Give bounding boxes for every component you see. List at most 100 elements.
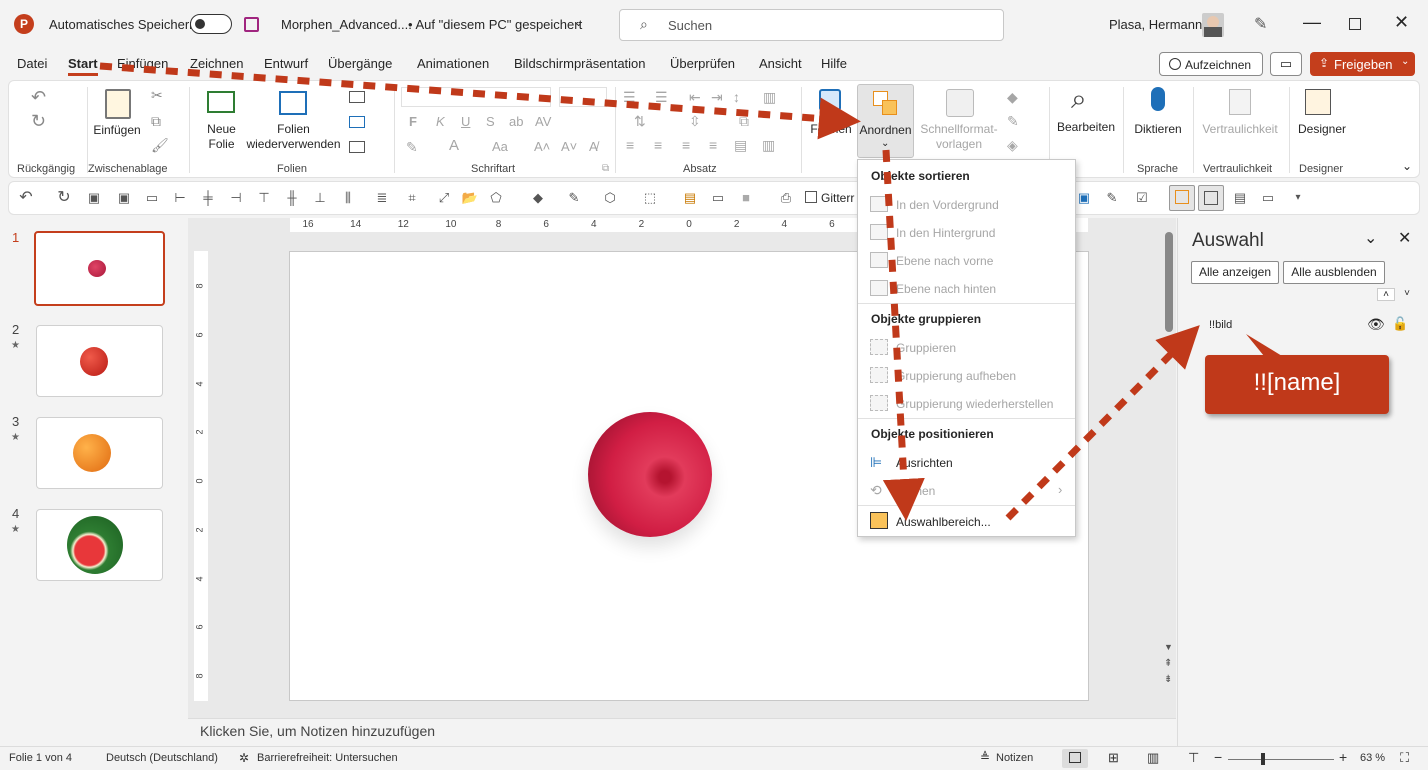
accessibility-icon[interactable]: ✲	[239, 751, 249, 765]
align-right-icon[interactable]: ≡	[682, 137, 690, 153]
bullets-icon[interactable]: ☰	[623, 89, 636, 106]
folder-icon[interactable]: ▭	[1259, 190, 1277, 206]
new-slide-icon[interactable]	[207, 91, 235, 113]
zoom-level[interactable]: 63 %	[1360, 752, 1385, 764]
outdent-icon[interactable]: ⇥	[711, 89, 723, 106]
regroup-item[interactable]: Gruppierung wiederherstellen	[896, 397, 1053, 411]
tab-start[interactable]: Start	[68, 56, 98, 71]
slide-sorter-icon[interactable]: ⊞	[1108, 750, 1119, 766]
zoom-in-icon[interactable]: +	[1339, 749, 1347, 765]
text-box-icon[interactable]: ▭	[709, 190, 727, 206]
maximize-icon[interactable]	[1349, 18, 1361, 30]
print-icon[interactable]: ⎙	[777, 190, 795, 206]
raspberry-image[interactable]	[588, 412, 712, 537]
share-button[interactable]: ⇪ Freigeben ⌄	[1310, 52, 1415, 76]
previous-slide-icon[interactable]: ⇞	[1164, 658, 1172, 669]
scissors-icon[interactable]: ✂	[151, 87, 163, 104]
reset-icon[interactable]	[349, 116, 365, 128]
picture-from-file-icon[interactable]: ▣	[115, 190, 133, 206]
new-slide-label-2[interactable]: Folie	[199, 137, 244, 152]
decrease-font-icon[interactable]: A˅	[561, 139, 577, 154]
send-backward-button[interactable]: ˅	[1398, 288, 1416, 301]
autosave-toggle[interactable]	[190, 14, 232, 34]
minimize-icon[interactable]: —	[1303, 12, 1321, 33]
shape-effects-icon[interactable]: ◈	[1007, 137, 1018, 154]
send-backward-item[interactable]: Ebene nach hinten	[896, 282, 996, 296]
justify-icon[interactable]: ≡	[709, 137, 717, 153]
fit-to-window-icon[interactable]: ⛶	[1400, 750, 1409, 766]
undo-icon[interactable]: ↶	[31, 87, 46, 108]
quick-styles-label-1[interactable]: Schnellformat-	[914, 122, 1004, 137]
reading-view-icon[interactable]: ▥	[1147, 750, 1159, 766]
send-to-back-item[interactable]: In den Hintergrund	[896, 226, 995, 240]
layout-icon[interactable]	[349, 91, 365, 103]
panel-toggle[interactable]	[1198, 185, 1224, 211]
customize-qat-icon[interactable]: ▾	[1289, 190, 1307, 206]
pen-icon[interactable]: ✎	[1254, 14, 1267, 34]
pen-icon[interactable]: ✎	[1103, 190, 1121, 206]
chevron-down-icon[interactable]: ⌄	[1364, 228, 1377, 248]
fill-color-icon[interactable]: ◆	[529, 190, 547, 206]
notes-page-icon[interactable]: ▤	[1231, 190, 1249, 206]
avatar[interactable]	[1202, 13, 1224, 37]
dialog-launcher-icon[interactable]: ⧉	[602, 163, 609, 174]
sensitivity-icon[interactable]	[1229, 89, 1251, 115]
save-location[interactable]: • Auf "diesem PC" gespeichert	[408, 17, 582, 32]
shape-icon[interactable]: ▭	[143, 190, 161, 206]
edit-button[interactable]: Bearbeiten	[1053, 120, 1119, 135]
align-left-obj-icon[interactable]: ⊢	[171, 190, 189, 206]
line-spacing-icon[interactable]: ↕	[733, 89, 740, 105]
columns-icon[interactable]: ▥	[763, 89, 776, 106]
redo-icon[interactable]: ↻	[31, 111, 46, 132]
paste-button[interactable]: Einfügen	[92, 123, 142, 138]
arrange-button[interactable]: Anordnen ⌄	[857, 84, 914, 158]
resize-icon[interactable]: ⤢	[435, 190, 453, 206]
reuse-slides-label-2[interactable]: wiederverwenden	[246, 137, 341, 152]
record-button[interactable]: Aufzeichnen	[1159, 52, 1263, 76]
selection-icon[interactable]: ⬚	[641, 190, 659, 206]
paste-icon[interactable]	[105, 89, 131, 119]
zoom-slider-thumb[interactable]	[1261, 753, 1265, 765]
normal-view-button[interactable]	[1062, 749, 1088, 768]
copy-icon[interactable]: ⧉	[151, 113, 161, 130]
align-item[interactable]: Ausrichten	[896, 456, 953, 470]
tab-entwurf[interactable]: Entwurf	[264, 56, 308, 71]
align-top-obj-icon[interactable]: ⊤	[255, 190, 273, 206]
new-slide-label-1[interactable]: Neue	[199, 122, 244, 137]
distribute-v-icon[interactable]: ≣	[373, 190, 391, 206]
tab-einfuegen[interactable]: Einfügen	[117, 56, 168, 71]
tab-ueberpruefen[interactable]: Überprüfen	[670, 56, 735, 71]
align-right-obj-icon[interactable]: ⊣	[227, 190, 245, 206]
dictate-button[interactable]: Diktieren	[1127, 122, 1189, 137]
distributed-icon[interactable]: ▤	[734, 137, 747, 154]
ungroup-item[interactable]: Gruppierung aufheben	[896, 369, 1016, 383]
indent-icon[interactable]: ⇤	[689, 89, 701, 106]
align-middle-obj-icon[interactable]: ╫	[283, 190, 301, 206]
reuse-slides-icon[interactable]	[279, 91, 307, 115]
selection-item[interactable]: !!bild 👁 🔓	[1178, 316, 1428, 336]
notes-icon[interactable]: ≜	[980, 750, 990, 764]
font-name-dropdown[interactable]	[401, 87, 551, 107]
selection-pane-item[interactable]: Auswahlbereich...	[896, 515, 991, 529]
show-all-button[interactable]: Alle anzeigen	[1191, 261, 1279, 284]
numbering-icon[interactable]: ☰	[655, 89, 668, 106]
shape-fill-icon[interactable]: ◆	[1007, 89, 1018, 106]
tab-hilfe[interactable]: Hilfe	[821, 56, 847, 71]
align-center-obj-icon[interactable]: ╪	[199, 190, 217, 206]
hide-all-button[interactable]: Alle ausblenden	[1283, 261, 1385, 284]
find-icon[interactable]: ⌕	[1071, 83, 1087, 116]
bring-forward-button[interactable]: ˄	[1377, 288, 1395, 301]
notes-button[interactable]: Notizen	[996, 752, 1033, 764]
highlight-icon[interactable]: ✎	[406, 139, 418, 156]
gridlines-checkbox[interactable]	[805, 191, 817, 203]
picture-icon[interactable]: ▣	[85, 190, 103, 206]
group-item[interactable]: Gruppieren	[896, 341, 956, 355]
tab-animationen[interactable]: Animationen	[417, 56, 489, 71]
smartart-icon[interactable]: ⧉	[739, 113, 749, 130]
microphone-icon[interactable]	[1151, 87, 1165, 111]
underline-button[interactable]: U	[461, 114, 470, 129]
quick-styles-icon[interactable]	[946, 89, 974, 117]
quick-styles-label-2[interactable]: vorlagen	[914, 137, 1004, 152]
document-icon[interactable]: ▤	[681, 190, 699, 206]
close-icon[interactable]: ✕	[1398, 228, 1411, 248]
